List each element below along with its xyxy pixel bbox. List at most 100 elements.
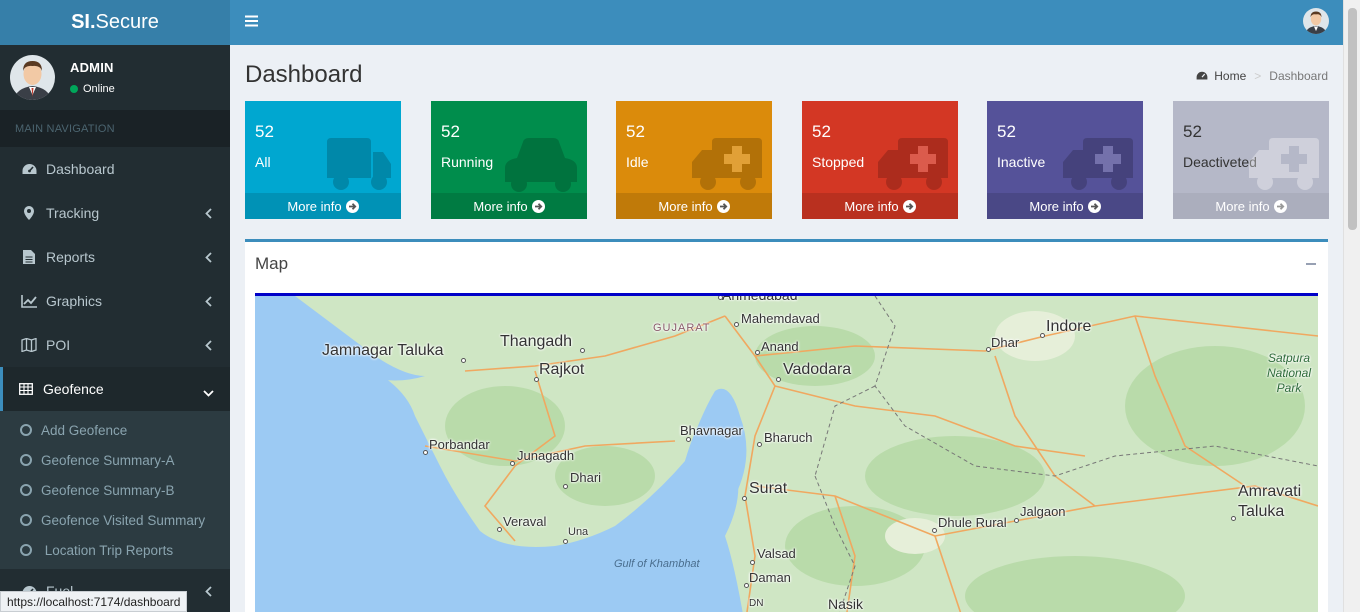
ambulance-icon [692, 138, 762, 199]
park-name: Satpura National Park [1266, 351, 1312, 395]
map-label: Ahmedabad [722, 293, 798, 303]
sidebar-item-geofence[interactable]: Geofence [0, 367, 230, 411]
submenu-add-geofence[interactable]: Add Geofence [0, 415, 230, 445]
map-marker-icon [21, 205, 37, 221]
submenu-label: Geofence Summary-A [41, 452, 175, 468]
map-label: GUJARAT [653, 322, 711, 334]
user-name: ADMIN [70, 60, 114, 75]
breadcrumb-home-link[interactable]: Home [1214, 69, 1246, 83]
stat-label: Running [441, 154, 494, 170]
ambulance-icon [1063, 138, 1133, 199]
arrow-circle-right-icon [902, 199, 916, 213]
submenu-geofence-summary-b[interactable]: Geofence Summary-B [0, 475, 230, 505]
stat-box-stopped: 52 Stopped More info [802, 101, 958, 219]
breadcrumb-separator: > [1254, 69, 1262, 83]
sidebar-item-label: Reports [46, 249, 96, 265]
submenu-geofence-summary-a[interactable]: Geofence Summary-A [0, 445, 230, 475]
map-label: Taluka [1238, 503, 1285, 520]
arrow-circle-right-icon [1273, 199, 1287, 213]
more-info-link[interactable]: More info [431, 193, 587, 219]
city-marker [718, 296, 723, 300]
more-info-label: More info [473, 198, 528, 214]
city-marker [734, 322, 739, 327]
more-info-label: More info [844, 198, 899, 214]
nav-header: MAIN NAVIGATION [0, 110, 230, 147]
sidebar-item-label: Dashboard [46, 161, 115, 177]
map-label: Nasik [828, 596, 864, 612]
dashboard-icon [1196, 71, 1208, 81]
city-marker [757, 442, 762, 447]
arrow-circle-right-icon [345, 199, 359, 213]
stat-count: 52 [997, 122, 1016, 141]
stat-count: 52 [441, 122, 460, 141]
map-label: Satpura National Park [1259, 351, 1318, 396]
file-icon [21, 249, 37, 265]
browser-status-url: https://localhost:7174/dashboard [0, 591, 188, 612]
city-marker [580, 348, 585, 353]
more-info-label: More info [287, 198, 342, 214]
stat-count: 52 [255, 122, 274, 141]
sidebar-item-dashboard[interactable]: Dashboard [0, 147, 230, 191]
ambulance-icon [1249, 138, 1319, 199]
breadcrumb: Home > Dashboard [1196, 69, 1328, 83]
map-icon [21, 337, 37, 353]
sidebar-item-graphics[interactable]: Graphics [0, 279, 230, 323]
chevron-left-icon [205, 294, 212, 310]
city-marker [563, 484, 568, 489]
collapse-minus-icon[interactable] [1306, 263, 1316, 265]
city-marker [744, 583, 749, 588]
city-marker [1040, 333, 1045, 338]
map-label: Dhar [991, 335, 1020, 350]
more-info-link[interactable]: More info [245, 193, 401, 219]
sidebar-item-tracking[interactable]: Tracking [0, 191, 230, 235]
map-label: Porbandar [429, 437, 490, 452]
arrow-circle-right-icon [1087, 199, 1101, 213]
more-info-link[interactable]: More info [616, 193, 772, 219]
stat-box-running: 52 Running More info [431, 101, 587, 219]
ambulance-icon [878, 138, 948, 199]
map-canvas[interactable]: Ahmedabad Mahemdavad GUJARAT Indore Jamn… [255, 293, 1318, 612]
city-marker [534, 377, 539, 382]
submenu-geofence-visited-summary[interactable]: Geofence Visited Summary [0, 505, 230, 535]
brand-bold: SI. [71, 11, 96, 33]
page-scrollbar[interactable] [1343, 0, 1360, 612]
stat-label: Deactiveted [1183, 154, 1257, 170]
map-label: Rajkot [539, 361, 585, 378]
submenu-location-trip-reports[interactable]: Location Trip Reports [0, 535, 230, 565]
stat-label: Idle [626, 154, 649, 170]
city-marker [510, 461, 515, 466]
sidebar-toggle-icon[interactable] [245, 14, 258, 32]
sidebar-item-label: Graphics [46, 293, 103, 309]
arrow-circle-right-icon [716, 199, 730, 213]
more-info-label: More info [1029, 198, 1084, 214]
submenu-label: Geofence Visited Summary [41, 512, 206, 528]
user-menu-avatar[interactable] [1303, 8, 1329, 34]
dashboard-icon [21, 161, 37, 177]
online-dot-icon [70, 85, 78, 93]
chevron-left-icon [205, 206, 212, 222]
scrollbar-thumb[interactable] [1348, 8, 1357, 230]
chevron-left-icon [205, 250, 212, 266]
table-icon [18, 381, 34, 397]
top-navbar [230, 0, 1343, 45]
circle-icon [20, 424, 32, 436]
city-marker [497, 527, 502, 532]
map-label: Bhavnagar [680, 423, 743, 438]
sidebar-item-poi[interactable]: POI [0, 323, 230, 367]
sidebar-item-label: Geofence [43, 381, 104, 397]
user-status: Online [70, 83, 115, 95]
more-info-link[interactable]: More info [987, 193, 1143, 219]
stat-box-inactive: 52 Inactive More info [987, 101, 1143, 219]
stat-box-deactivated: 52 Deactiveted More info [1173, 101, 1329, 219]
map-label: Valsad [757, 546, 796, 561]
city-marker [986, 347, 991, 352]
brand-logo[interactable]: SI. Secure [0, 0, 230, 45]
more-info-link[interactable]: More info [1173, 193, 1329, 219]
city-marker [423, 450, 428, 455]
more-info-link[interactable]: More info [802, 193, 958, 219]
map-title: Map [255, 254, 289, 273]
sidebar-item-reports[interactable]: Reports [0, 235, 230, 279]
city-marker [461, 358, 466, 363]
submenu-label: Add Geofence [41, 422, 128, 438]
map-label: Mahemdavad [741, 311, 820, 326]
